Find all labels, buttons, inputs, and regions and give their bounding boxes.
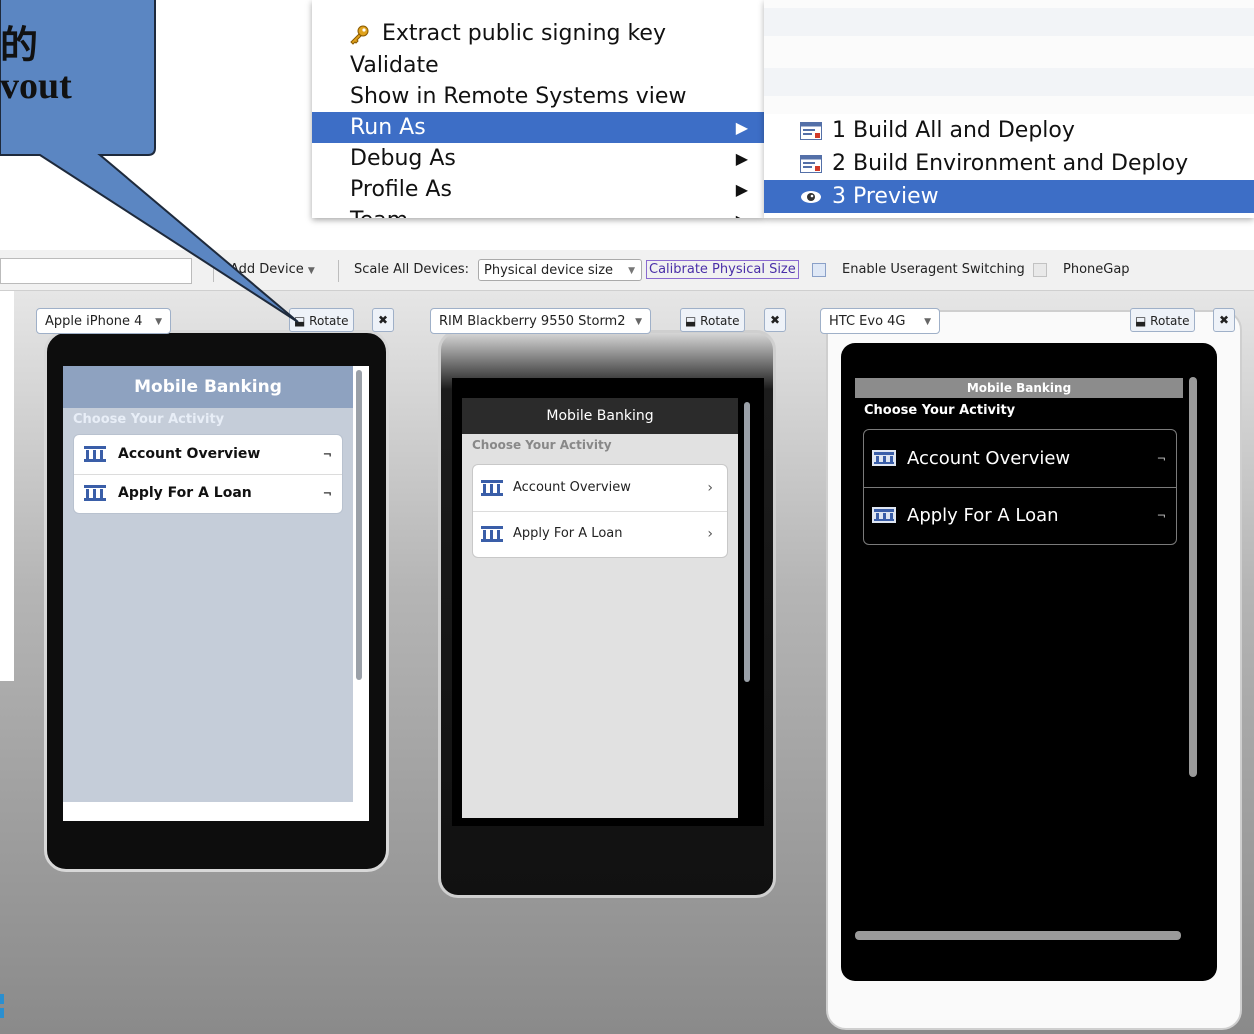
blackberry-device-name: RIM Blackberry 9550 Storm2 (439, 314, 626, 329)
htc-device-select[interactable]: HTC Evo 4G ▼ (820, 308, 940, 334)
submenu-arrow-icon: ▶ (735, 118, 748, 137)
chevron-right-icon: ¬ (1156, 509, 1166, 522)
iphone-app-body: Choose Your Activity Account Overview ¬ … (63, 408, 353, 802)
submenu-preview[interactable]: 3 Preview (764, 180, 1254, 213)
list-item-label: Apply For A Loan (907, 505, 1059, 526)
chevron-right-icon: ¬ (322, 487, 332, 500)
rotate-label: Rotate (700, 314, 740, 328)
submenu-band (764, 8, 1254, 36)
htc-app-title: Mobile Banking (855, 378, 1183, 398)
chevron-right-icon: ¬ (1156, 452, 1166, 465)
list-item-apply-loan[interactable]: Apply For A Loan ¬ (74, 474, 342, 513)
iphone-subtitle: Choose Your Activity (73, 412, 225, 427)
iphone-activity-list: Account Overview ¬ Apply For A Loan ¬ (73, 434, 343, 514)
chevron-right-icon: ¬ (322, 448, 332, 461)
blackberry-app-title: Mobile Banking (462, 398, 738, 436)
submenu-item-partial[interactable] (764, 213, 1254, 218)
callout-text-line-2: vout (0, 65, 72, 107)
blackberry-app-body: Choose Your Activity Account Overview › … (462, 434, 738, 818)
left-panel-edge (0, 291, 14, 681)
list-item-account-overview[interactable]: Account Overview ¬ (74, 435, 342, 475)
callout-shape (0, 0, 299, 323)
chevron-right-icon: › (707, 526, 713, 542)
submenu-arrow-icon: ▶ (736, 205, 748, 218)
blackberry-rotate-button[interactable]: ⬓ Rotate (680, 308, 746, 332)
build-icon (800, 122, 822, 140)
run-as-submenu: 1 Build All and Deploy 2 Build Environme… (764, 0, 1254, 218)
calibrate-link[interactable]: Calibrate Physical Size (646, 260, 799, 279)
list-item-label: Account Overview (118, 446, 261, 462)
bank-icon (84, 446, 106, 462)
submenu-build-all-deploy[interactable]: 1 Build All and Deploy (764, 114, 1254, 147)
htc-activity-list: Account Overview ¬ Apply For A Loan ¬ (863, 429, 1177, 545)
slide-corner-mark (0, 994, 4, 1018)
htc-rotate-button[interactable]: ⬓ Rotate (1130, 308, 1196, 332)
chevron-right-icon: › (707, 480, 713, 496)
htc-close-button[interactable]: ✖ (1213, 308, 1235, 332)
list-item-label: Apply For A Loan (513, 526, 623, 541)
rotate-label: Rotate (1150, 314, 1190, 328)
submenu-item-label: 1 Build All and Deploy (832, 118, 1075, 143)
htc-horizontal-scrollbar[interactable] (855, 931, 1181, 940)
callout-balloon: 的 vout (0, 0, 420, 330)
submenu-arrow-icon: ▶ (735, 180, 748, 199)
list-item-account-overview[interactable]: Account Overview › (473, 465, 727, 512)
blackberry-scrollbar[interactable] (744, 402, 750, 682)
eye-icon (801, 191, 821, 203)
chevron-down-icon: ▼ (628, 266, 635, 276)
htc-device-name: HTC Evo 4G (829, 314, 906, 329)
list-item-apply-loan[interactable]: Apply For A Loan › (473, 511, 727, 557)
bank-icon (84, 485, 106, 501)
rotate-icon: ⬓ (685, 314, 697, 328)
blackberry-activity-list: Account Overview › Apply For A Loan › (472, 464, 728, 558)
useragent-label: Enable Useragent Switching (842, 262, 1025, 277)
close-icon: ✖ (769, 313, 781, 327)
list-item-label: Account Overview (513, 480, 631, 495)
blackberry-device-select[interactable]: RIM Blackberry 9550 Storm2 ▼ (430, 308, 651, 334)
callout-text-line-1: 的 (0, 25, 39, 67)
blackberry-close-button[interactable]: ✖ (764, 308, 786, 332)
list-item-account-overview[interactable]: Account Overview ¬ (864, 430, 1176, 488)
iphone-screen: Mobile Banking Choose Your Activity Acco… (63, 366, 369, 821)
htc-vertical-scrollbar[interactable] (1189, 377, 1197, 777)
bank-icon (872, 507, 896, 523)
phonegap-label: PhoneGap (1063, 262, 1130, 277)
submenu-item-label: 3 Preview (832, 184, 939, 209)
chevron-down-icon: ▼ (924, 317, 931, 327)
phonegap-checkbox[interactable] (1033, 263, 1047, 277)
list-item-label: Apply For A Loan (118, 485, 252, 501)
bank-icon (481, 526, 503, 542)
iphone-app-title: Mobile Banking (63, 366, 353, 408)
rotate-icon: ⬓ (1135, 314, 1147, 328)
submenu-item-label: 2 Build Environment and Deploy (832, 151, 1189, 176)
scale-select-value: Physical device size (484, 263, 614, 278)
list-item-label: Account Overview (907, 448, 1071, 469)
submenu-arrow-icon: ▶ (735, 149, 748, 168)
close-icon: ✖ (1218, 313, 1230, 327)
scale-select[interactable]: Physical device size ▼ (478, 259, 642, 281)
list-item-apply-loan[interactable]: Apply For A Loan ¬ (864, 487, 1176, 544)
chevron-down-icon: ▼ (635, 317, 642, 327)
bank-icon (481, 480, 503, 496)
build-icon (800, 155, 822, 173)
useragent-checkbox[interactable] (812, 263, 826, 277)
iphone-scrollbar[interactable] (356, 370, 362, 680)
htc-subtitle: Choose Your Activity (864, 403, 1016, 418)
blackberry-screen: Mobile Banking Choose Your Activity Acco… (452, 378, 764, 826)
blackberry-subtitle: Choose Your Activity (472, 438, 612, 452)
submenu-build-env-deploy[interactable]: 2 Build Environment and Deploy (764, 147, 1254, 180)
menu-item-label: Extract public signing key (382, 21, 666, 46)
submenu-band (764, 68, 1254, 96)
htc-screen: Mobile Banking Choose Your Activity Acco… (841, 343, 1217, 981)
bank-icon (872, 450, 896, 466)
